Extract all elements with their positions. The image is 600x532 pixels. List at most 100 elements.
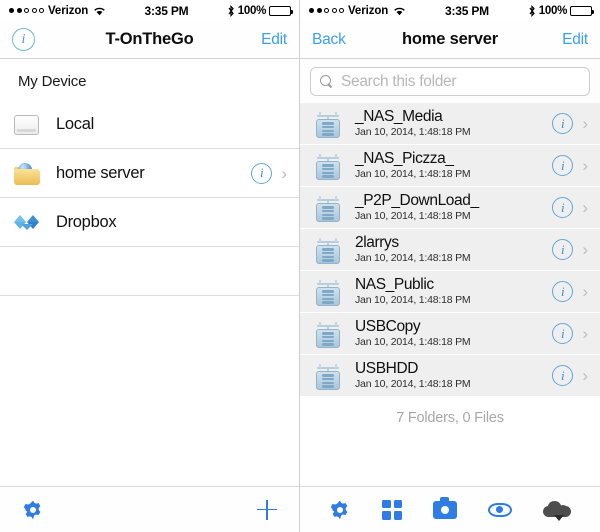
row-accessories: i › <box>552 239 588 260</box>
add-button[interactable] <box>256 499 278 521</box>
row-text-group: _NAS_Piczza_ Jan 10, 2014, 1:48:18 PM <box>355 149 552 181</box>
folder-name: _NAS_Piczza_ <box>355 149 454 167</box>
edit-button[interactable]: Edit <box>562 31 588 49</box>
row-text-group: USBHDD Jan 10, 2014, 1:48:18 PM <box>355 359 552 391</box>
app-info-button[interactable]: i <box>12 28 35 51</box>
bluetooth-icon <box>228 4 234 17</box>
search-icon <box>320 75 333 88</box>
wifi-icon <box>94 7 105 15</box>
chevron-right-icon: › <box>582 198 588 217</box>
table-row[interactable]: _P2P_DownLoad_ Jan 10, 2014, 1:48:18 PM … <box>300 187 600 229</box>
section-header-my-device: My Device <box>18 73 87 90</box>
settings-button[interactable] <box>329 499 351 521</box>
info-icon[interactable]: i <box>552 323 574 344</box>
settings-button[interactable] <box>22 499 44 521</box>
left-nav-bar: i T-OnTheGo Edit <box>0 21 299 59</box>
row-accessories: i › <box>552 281 588 302</box>
info-icon: i <box>12 28 35 51</box>
chevron-right-icon: › <box>582 282 588 301</box>
bluetooth-icon <box>529 4 535 17</box>
list-item-local[interactable]: Local <box>0 100 299 149</box>
signal-strength-dots-icon <box>309 8 344 13</box>
folder-date: Jan 10, 2014, 1:48:18 PM <box>355 167 471 180</box>
grid-view-button[interactable] <box>382 499 403 520</box>
left-status-right-group: 100% <box>227 4 293 17</box>
right-status-carrier-group: Verizon <box>309 5 406 17</box>
clock-label: 3:35 PM <box>445 3 489 18</box>
nas-folder-icon <box>314 152 342 180</box>
cloud-upload-icon <box>542 500 571 521</box>
list-item-label: Dropbox <box>56 212 117 231</box>
right-status-bar: Verizon 3:35 PM 100% <box>300 0 600 21</box>
table-row[interactable]: 2larrys Jan 10, 2014, 1:48:18 PM i › <box>300 229 600 271</box>
chevron-right-icon: › <box>582 240 588 259</box>
row-accessories: i › <box>552 113 588 134</box>
chevron-right-icon: › <box>582 156 588 175</box>
battery-icon <box>570 5 594 16</box>
table-row[interactable]: _NAS_Media Jan 10, 2014, 1:48:18 PM i › <box>300 103 600 145</box>
info-icon[interactable]: i <box>552 197 574 218</box>
plus-icon <box>256 499 278 521</box>
preview-button[interactable] <box>487 502 512 517</box>
table-row[interactable]: _NAS_Piczza_ Jan 10, 2014, 1:48:18 PM i … <box>300 145 600 187</box>
back-button[interactable]: Back <box>312 31 346 49</box>
folder-date: Jan 10, 2014, 1:48:18 PM <box>355 335 471 348</box>
info-icon[interactable]: i <box>251 162 273 184</box>
hard-drive-icon <box>14 111 41 138</box>
battery-percent-label: 100% <box>237 4 267 17</box>
eye-icon <box>487 502 512 517</box>
folder-name: NAS_Public <box>355 275 434 293</box>
clock-label: 3:35 PM <box>144 3 189 18</box>
list-bottom-divider <box>0 295 299 296</box>
table-row[interactable]: USBCopy Jan 10, 2014, 1:48:18 PM i › <box>300 313 600 355</box>
row-text-group: USBCopy Jan 10, 2014, 1:48:18 PM <box>355 317 552 349</box>
info-icon[interactable]: i <box>552 113 574 134</box>
edit-button[interactable]: Edit <box>261 31 287 49</box>
right-screen: Verizon 3:35 PM 100% Back home server Ed… <box>300 0 600 532</box>
nas-folder-icon <box>314 320 342 348</box>
row-text-group: _P2P_DownLoad_ Jan 10, 2014, 1:48:18 PM <box>355 192 552 223</box>
left-status-carrier-group: Verizon <box>9 5 106 17</box>
carrier-label: Verizon <box>48 4 89 17</box>
info-icon[interactable]: i <box>552 155 574 176</box>
carrier-label: Verizon <box>348 4 389 17</box>
chevron-right-icon: › <box>281 163 287 183</box>
cloud-upload-button[interactable] <box>542 500 571 521</box>
dual-screenshot-container: Verizon 3:35 PM 100% i T-OnTheGo Edit My… <box>0 0 600 532</box>
folder-date: Jan 10, 2014, 1:48:18 PM <box>355 209 471 222</box>
info-icon[interactable]: i <box>552 365 574 386</box>
nas-folder-icon <box>314 278 342 306</box>
chevron-right-icon: › <box>582 366 588 385</box>
right-bottom-toolbar <box>300 486 600 532</box>
grid-icon <box>382 499 403 520</box>
battery-icon <box>269 5 293 16</box>
left-bottom-toolbar <box>0 486 299 532</box>
row-text-group: _NAS_Media Jan 10, 2014, 1:48:18 PM <box>355 108 552 139</box>
search-input[interactable]: Search this folder <box>310 67 590 96</box>
list-item-home-server[interactable]: home server i › <box>0 149 299 198</box>
wifi-icon <box>394 7 405 15</box>
nas-folder-icon <box>314 362 342 390</box>
row-accessories: i › <box>552 365 588 386</box>
folder-list: _NAS_Media Jan 10, 2014, 1:48:18 PM i › … <box>300 103 600 397</box>
folder-name: 2larrys <box>355 233 399 251</box>
network-folder-icon <box>14 160 41 187</box>
search-placeholder: Search this folder <box>341 72 457 90</box>
info-icon[interactable]: i <box>552 239 574 260</box>
folder-name: USBCopy <box>355 317 421 335</box>
dropbox-icon <box>14 209 41 236</box>
list-item-dropbox[interactable]: Dropbox <box>0 198 299 247</box>
table-row[interactable]: USBHDD Jan 10, 2014, 1:48:18 PM i › <box>300 355 600 397</box>
info-icon[interactable]: i <box>552 281 574 302</box>
row-accessories: i › <box>552 197 588 218</box>
folder-date: Jan 10, 2014, 1:48:18 PM <box>355 377 471 390</box>
row-text-group: 2larrys Jan 10, 2014, 1:48:18 PM <box>355 233 552 265</box>
left-screen: Verizon 3:35 PM 100% i T-OnTheGo Edit My… <box>0 0 300 532</box>
folder-name: USBHDD <box>355 359 419 377</box>
nas-folder-icon <box>314 110 342 138</box>
table-row[interactable]: NAS_Public Jan 10, 2014, 1:48:18 PM i › <box>300 271 600 313</box>
row-text-group: NAS_Public Jan 10, 2014, 1:48:18 PM <box>355 275 552 307</box>
list-item-label: home server <box>56 163 145 182</box>
camera-button[interactable] <box>432 497 457 519</box>
page-title: T-OnTheGo <box>105 30 194 48</box>
